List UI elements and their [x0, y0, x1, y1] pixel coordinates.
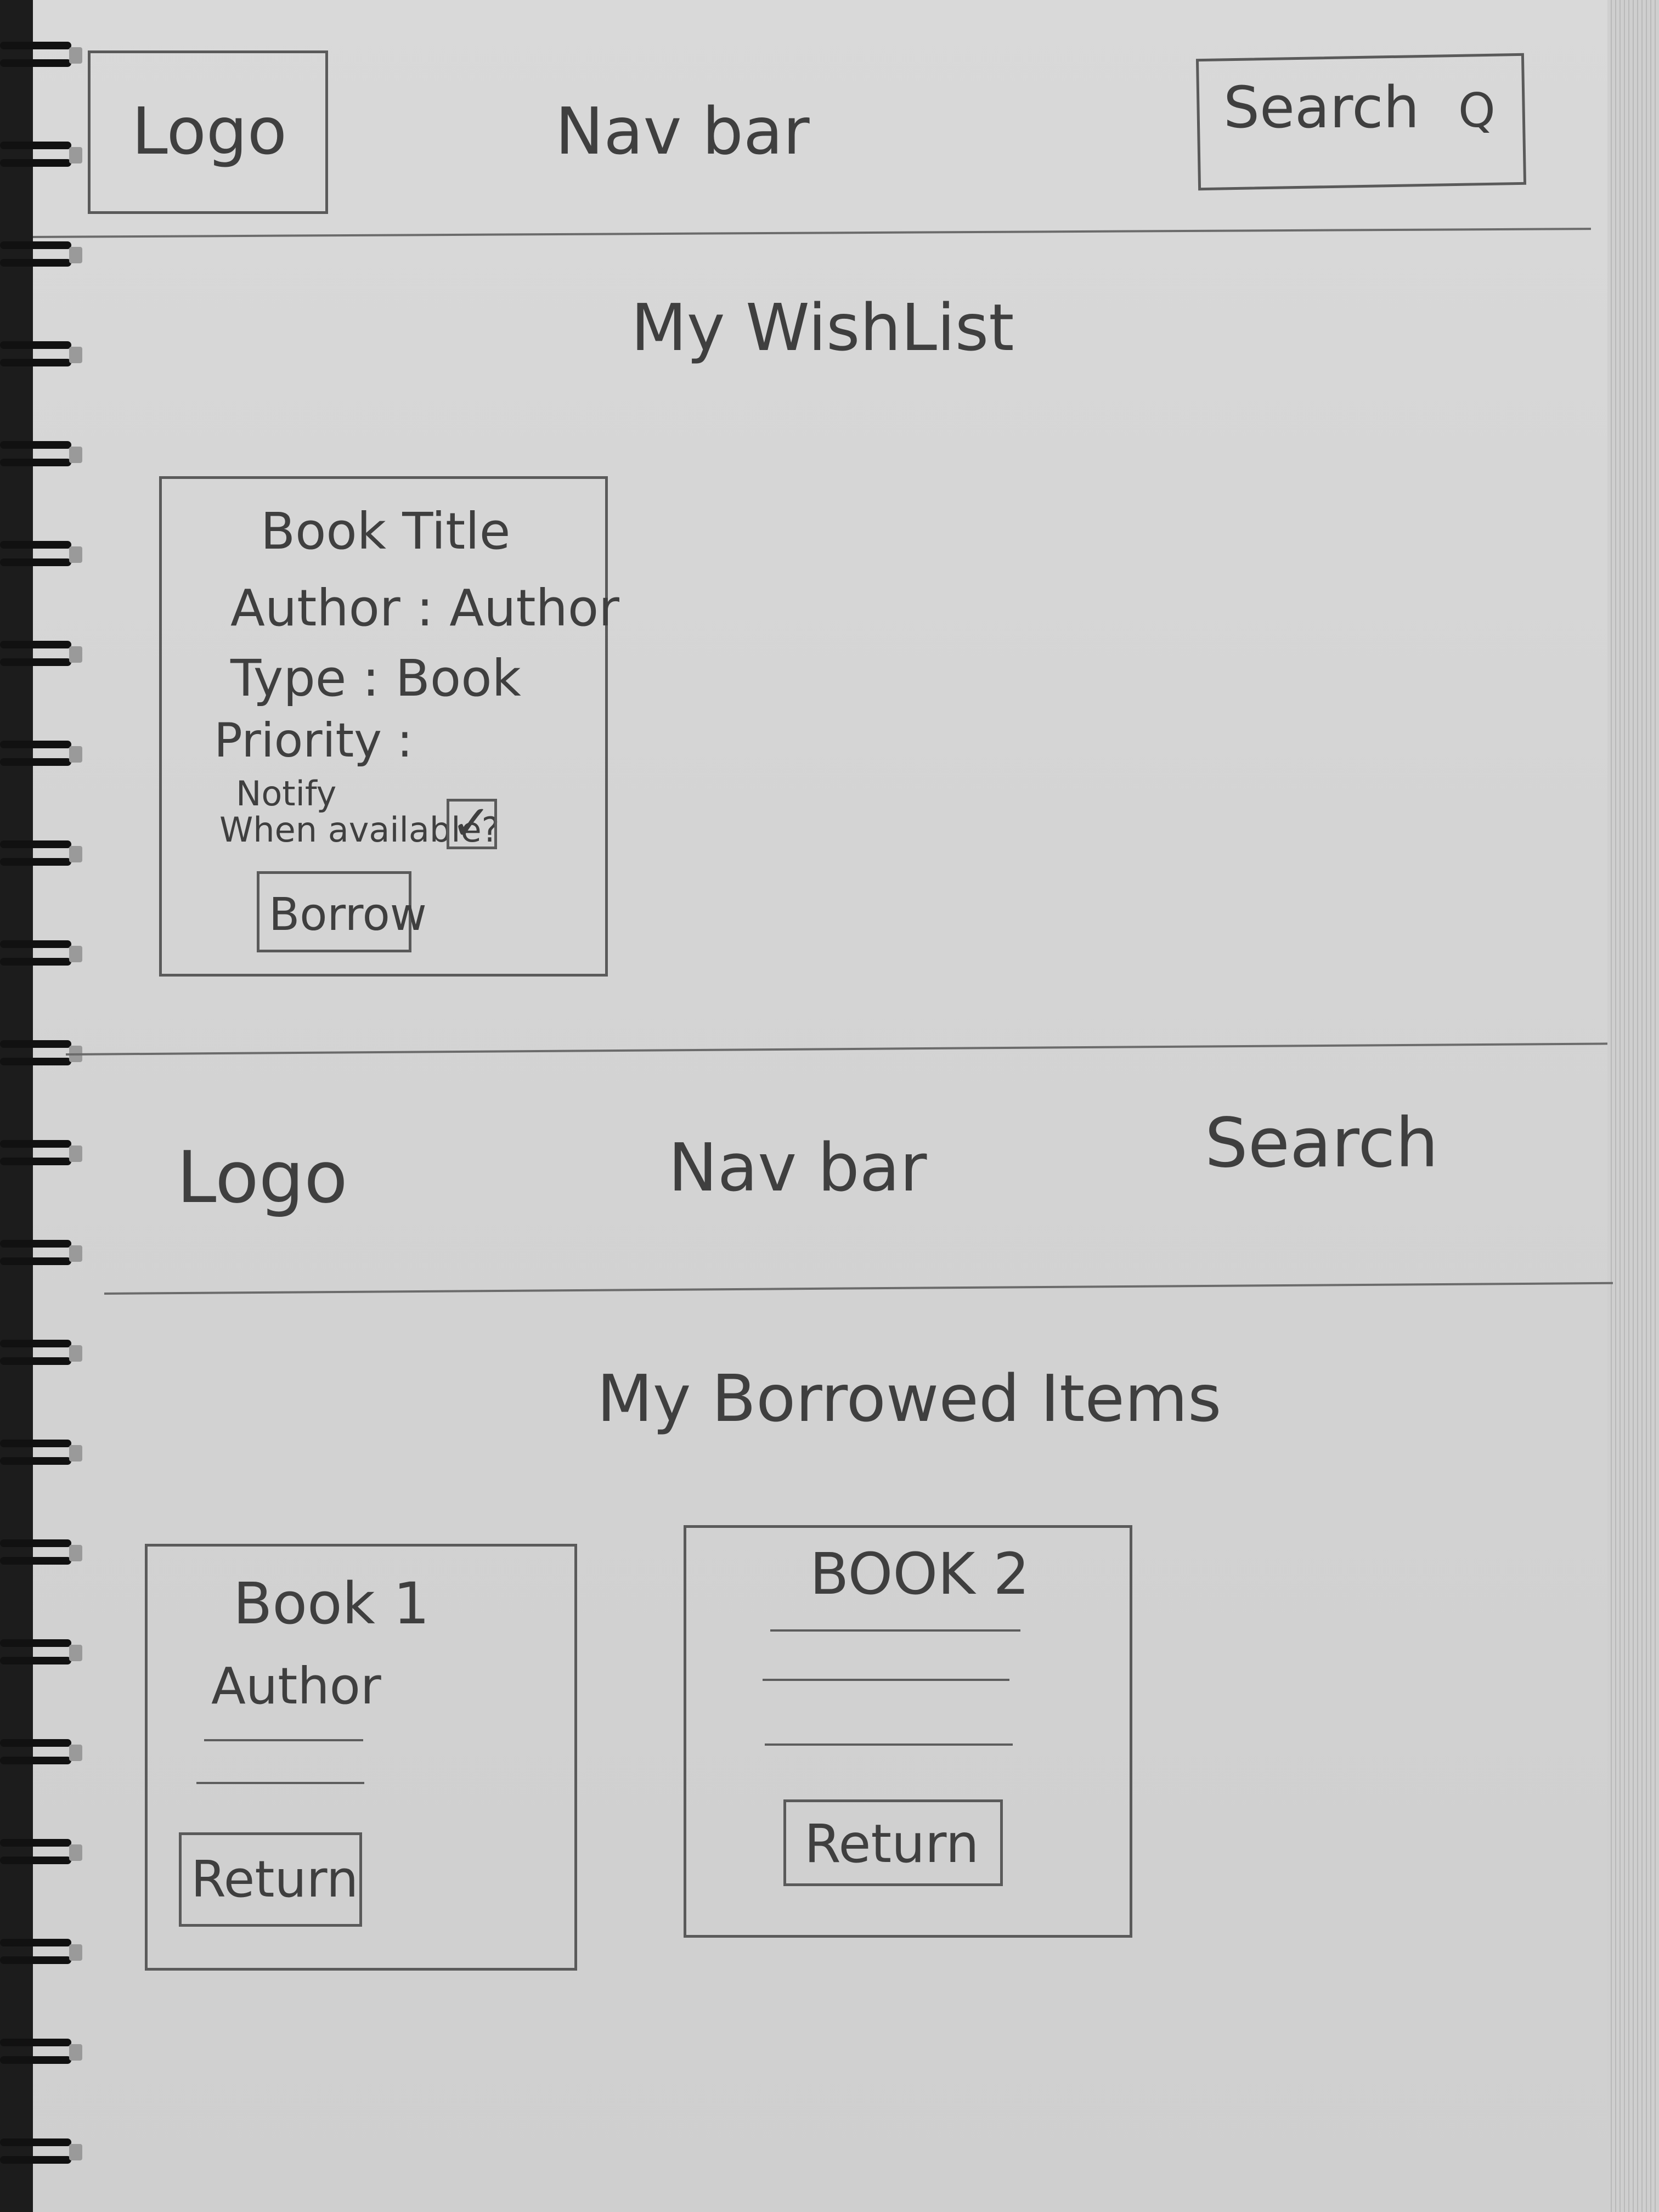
spiral-ring [0, 1736, 82, 1771]
spiral-ring [0, 1336, 82, 1372]
spiral-ring [0, 1836, 82, 1871]
spiral-ring [0, 1436, 82, 1471]
spiral-ring [0, 238, 82, 273]
logo-label[interactable]: Logo [177, 1136, 348, 1219]
book-title: Book 1 [233, 1570, 430, 1637]
check-icon: ✓ [451, 794, 492, 851]
book-priority: Priority : [214, 713, 413, 768]
spiral-ring [0, 1536, 82, 1571]
spiral-ring [0, 1636, 82, 1671]
placeholder-line [204, 1739, 363, 1741]
spiral-ring [0, 2035, 82, 2070]
spiral-ring [0, 1237, 82, 1272]
return-button-label: Return [191, 1850, 359, 1909]
spiral-ring [0, 737, 82, 772]
book-type: Type : Book [230, 649, 521, 708]
placeholder-line [765, 1743, 1013, 1746]
book-author: Author : Author [230, 579, 619, 637]
wishlist-title: My WishList [631, 290, 1014, 365]
placeholder-line [770, 1629, 1020, 1632]
notify-label: Notify [236, 774, 337, 814]
borrowed-items-title: My Borrowed Items [597, 1361, 1222, 1436]
spiral-ring [0, 2135, 82, 2170]
spiral-ring [0, 338, 82, 373]
placeholder-line [196, 1782, 364, 1784]
search-label: Search [1223, 74, 1420, 141]
spiral-ring [0, 1137, 82, 1172]
spiral-ring [0, 438, 82, 473]
placeholder-line [763, 1679, 1009, 1681]
spiral-binding [0, 0, 82, 2212]
spiral-ring [0, 538, 82, 573]
borrow-button-label: Borrow [269, 889, 427, 941]
return-button-label: Return [804, 1813, 979, 1875]
book-title: BOOK 2 [810, 1541, 1030, 1607]
spiral-ring [0, 38, 82, 74]
book-title: Book Title [261, 502, 511, 561]
search-icon[interactable]: Q [1458, 83, 1496, 138]
nav-bar-label[interactable]: Nav bar [555, 93, 810, 169]
logo-label: Logo [132, 93, 287, 169]
search-label[interactable]: Search [1205, 1104, 1438, 1183]
page-edges [1607, 0, 1659, 2212]
book-author: Author [211, 1657, 381, 1716]
spiral-ring [0, 138, 82, 173]
spiral-ring [0, 1936, 82, 1971]
spiral-ring [0, 637, 82, 673]
spiral-ring [0, 837, 82, 872]
spiral-ring [0, 937, 82, 972]
nav-bar-label[interactable]: Nav bar [668, 1130, 927, 1206]
